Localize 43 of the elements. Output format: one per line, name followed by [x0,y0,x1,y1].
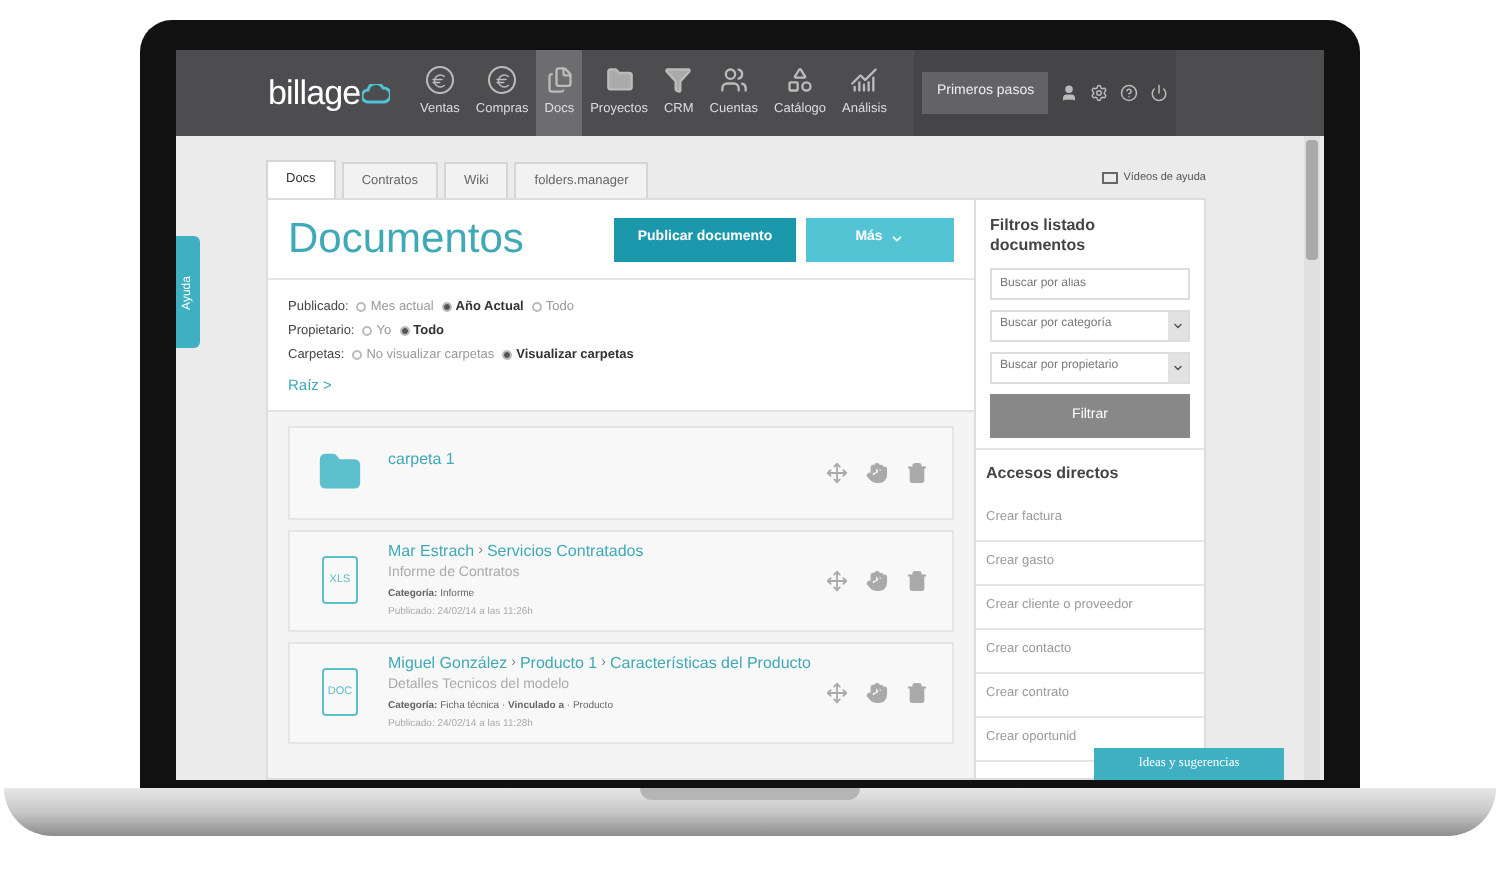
page-title: Documentos [288,213,524,266]
sidebar-heading: Filtros listado documentos [990,216,1097,258]
users-icon [719,66,748,95]
document-link[interactable]: Miguel González [388,651,508,676]
trash-icon[interactable] [906,681,928,703]
hand-icon[interactable] [866,461,888,483]
radio-button[interactable] [399,326,410,337]
cloud-logo-icon [362,83,391,103]
trash-icon[interactable] [906,569,928,591]
move-icon[interactable] [826,681,848,703]
hand-icon[interactable] [866,681,888,703]
user-icon[interactable] [1060,84,1079,102]
document-link[interactable]: Servicios Contratados [486,539,644,564]
filter-icon [664,66,693,95]
help-icon[interactable] [1120,84,1139,102]
documents-icon [545,66,574,95]
caret-icon [890,232,905,246]
euro-coin-icon [488,66,517,95]
euro-coin-icon [425,66,454,95]
move-icon[interactable] [826,569,848,591]
document-link[interactable]: carpeta 1 [388,447,455,471]
power-icon[interactable] [1150,84,1169,102]
move-icon[interactable] [826,461,848,483]
radio-button[interactable] [441,302,452,313]
radio-button[interactable] [531,302,542,313]
document-card[interactable]: carpeta 1 [288,425,954,519]
hand-icon[interactable] [866,569,888,591]
shortcuts-heading: Accesos directos [984,461,1121,486]
radio-button[interactable] [502,349,513,360]
radio-button[interactable] [356,302,367,313]
shapes-icon [786,66,815,95]
logo[interactable]: billage [268,67,361,119]
folder-icon [314,450,366,494]
trash-icon[interactable] [906,461,928,483]
folder-icon [605,66,634,95]
document-link[interactable]: Mar Estrach [388,539,475,564]
settings-icon[interactable] [1090,84,1109,102]
document-link[interactable]: Producto 1 [519,651,598,676]
radio-button[interactable] [362,326,373,337]
radio-button[interactable] [352,349,363,360]
video-icon [1101,171,1118,184]
chart-icon [850,66,879,95]
document-link[interactable]: Características del Producto [609,651,811,676]
